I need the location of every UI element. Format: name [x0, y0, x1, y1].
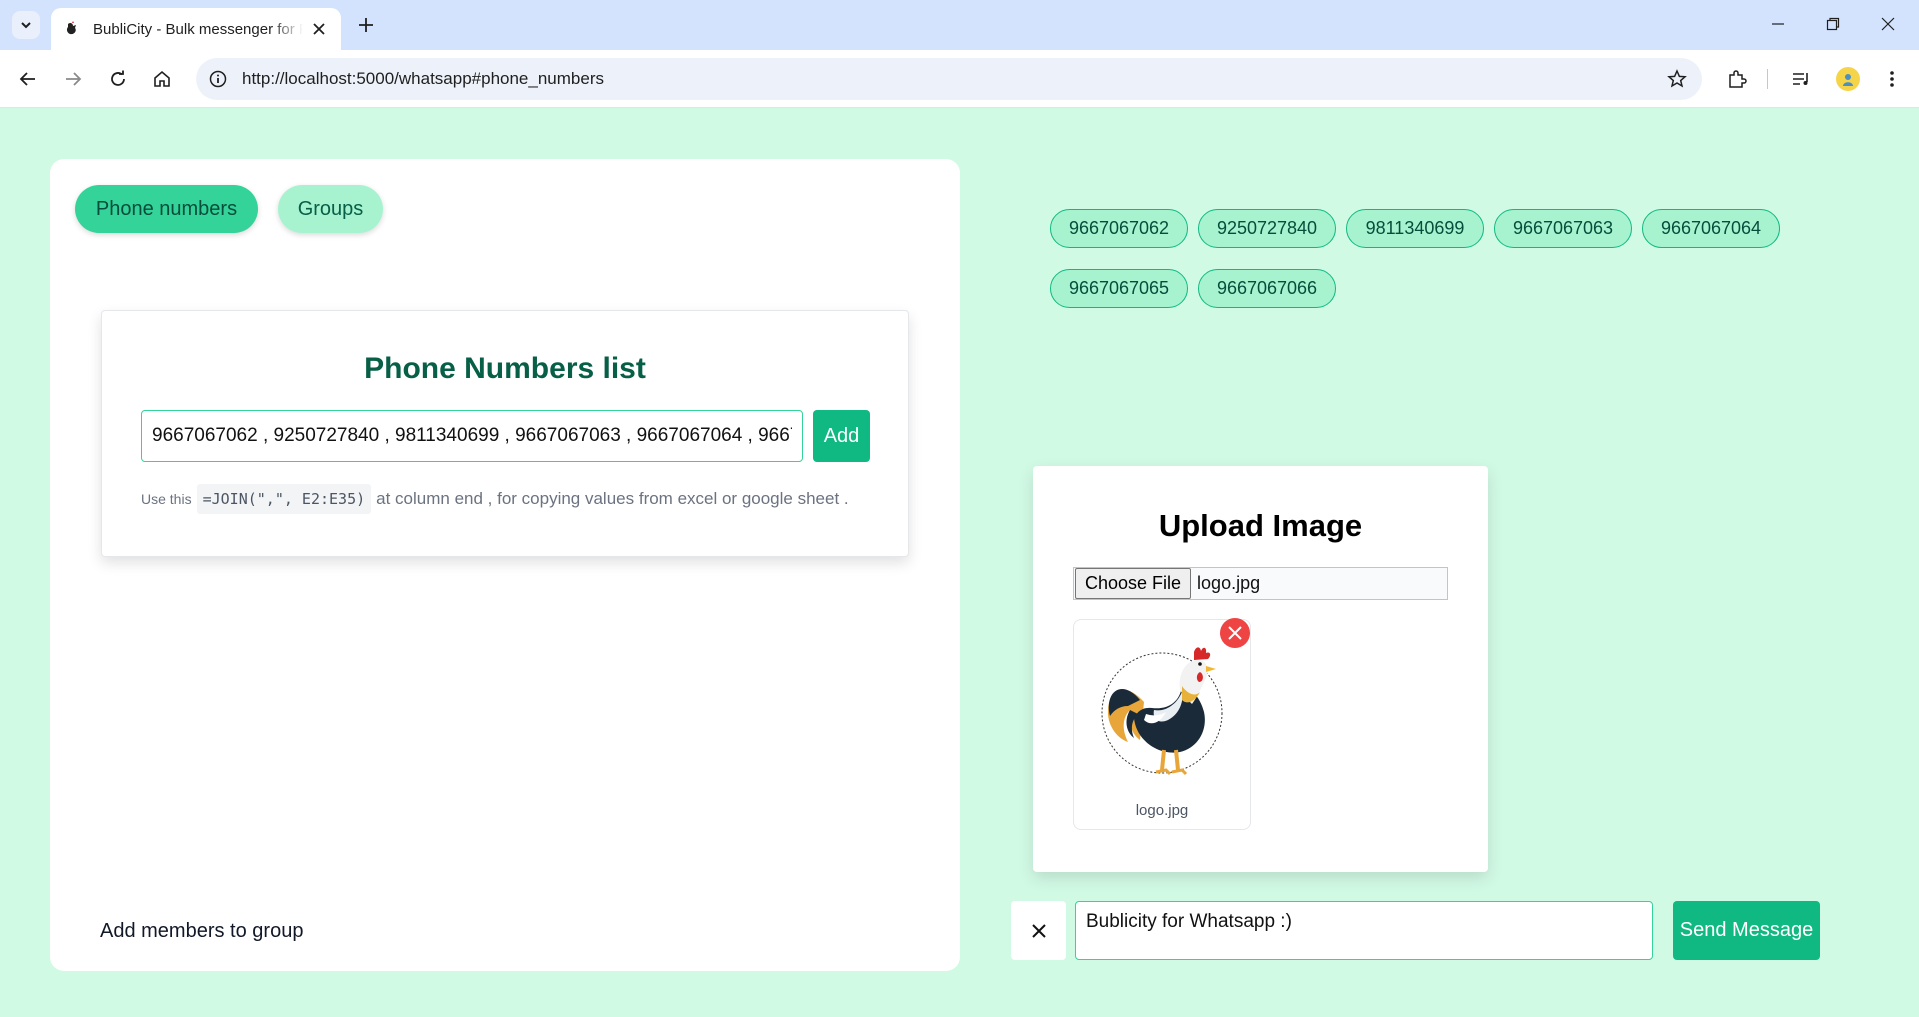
selected-file-name: logo.jpg	[1197, 573, 1261, 593]
more-vertical-icon	[1890, 71, 1894, 87]
toolbar-separator	[1767, 69, 1768, 89]
tab-search-button[interactable]	[12, 11, 40, 39]
hint-prefix: Use this	[141, 491, 192, 507]
browser-tab-active[interactable]: BubliCity - Bulk messenger for Facebook	[51, 8, 341, 50]
address-bar[interactable]: http://localhost:5000/whatsapp#phone_num…	[196, 58, 1702, 100]
reload-icon	[111, 70, 125, 86]
restore-icon	[1826, 17, 1840, 31]
close-icon	[1881, 17, 1895, 31]
upload-image-title: Upload Image	[1158, 508, 1363, 543]
arrow-right-icon	[66, 72, 82, 86]
tab-title: BubliCity - Bulk messenger for Facebook	[93, 20, 303, 38]
tab-phone-numbers[interactable]: Phone numbers	[75, 185, 258, 233]
browser-toolbar: http://localhost:5000/whatsapp#phone_num…	[0, 50, 1919, 108]
clear-message-button[interactable]	[1011, 901, 1066, 960]
minimize-button[interactable]	[1758, 8, 1798, 40]
add-members-label: Add members to group	[100, 920, 304, 942]
profile-avatar[interactable]	[1832, 63, 1864, 95]
close-icon	[1031, 923, 1046, 938]
number-chip[interactable]: 9667067066	[1198, 269, 1336, 308]
media-control-icon[interactable]	[1785, 63, 1817, 95]
message-input[interactable]	[1075, 901, 1653, 960]
close-window-button[interactable]	[1868, 8, 1908, 40]
home-icon	[154, 70, 170, 87]
tab-close-icon[interactable]	[309, 19, 329, 39]
number-chip[interactable]: 9667067065	[1050, 269, 1188, 308]
forward-button[interactable]	[57, 63, 89, 95]
reload-button[interactable]	[102, 63, 134, 95]
close-icon	[1228, 626, 1242, 640]
number-chip[interactable]: 9667067064	[1642, 209, 1780, 248]
browser-menu-button[interactable]	[1876, 63, 1908, 95]
browser-tab-strip: BubliCity - Bulk messenger for Facebook	[0, 0, 1919, 50]
hint-suffix: at column end , for copying values from …	[376, 489, 849, 508]
avatar-icon	[1836, 67, 1860, 91]
phone-numbers-input[interactable]	[141, 410, 803, 462]
site-info-icon[interactable]	[208, 69, 228, 89]
number-chip[interactable]: 9667067063	[1494, 209, 1632, 248]
number-chip[interactable]: 9811340699	[1346, 209, 1484, 248]
new-tab-button[interactable]	[352, 11, 380, 39]
remove-image-button[interactable]	[1220, 618, 1250, 648]
minimize-icon	[1772, 23, 1784, 25]
preview-file-name: logo.jpg	[1135, 802, 1189, 819]
bookmark-star-icon[interactable]	[1666, 68, 1688, 90]
extensions-icon[interactable]	[1721, 63, 1753, 95]
choose-file-button[interactable]: Choose File	[1075, 568, 1192, 599]
rooster-favicon-icon	[63, 20, 81, 38]
url-text: http://localhost:5000/whatsapp#phone_num…	[242, 69, 604, 88]
restore-button[interactable]	[1813, 8, 1853, 40]
file-input[interactable]: Choose File logo.jpg	[1073, 567, 1448, 600]
hint-formula: =JOIN(",", E2:E35)	[196, 484, 372, 514]
arrow-left-icon	[19, 72, 35, 86]
add-numbers-button[interactable]: Add	[813, 410, 870, 462]
back-button[interactable]	[12, 63, 44, 95]
number-chip[interactable]: 9667067062	[1050, 209, 1188, 248]
plus-icon	[359, 18, 373, 32]
phone-numbers-title: Phone Numbers list	[364, 352, 646, 385]
number-chip[interactable]: 9250727840	[1198, 209, 1336, 248]
join-hint: Use this =JOIN(",", E2:E35) at column en…	[141, 484, 849, 514]
rooster-logo-image	[1094, 640, 1230, 784]
home-button[interactable]	[146, 63, 178, 95]
chevron-down-icon	[21, 22, 31, 29]
audience-panel	[50, 159, 960, 971]
send-message-button[interactable]: Send Message	[1673, 901, 1820, 960]
tab-groups[interactable]: Groups	[278, 185, 383, 233]
